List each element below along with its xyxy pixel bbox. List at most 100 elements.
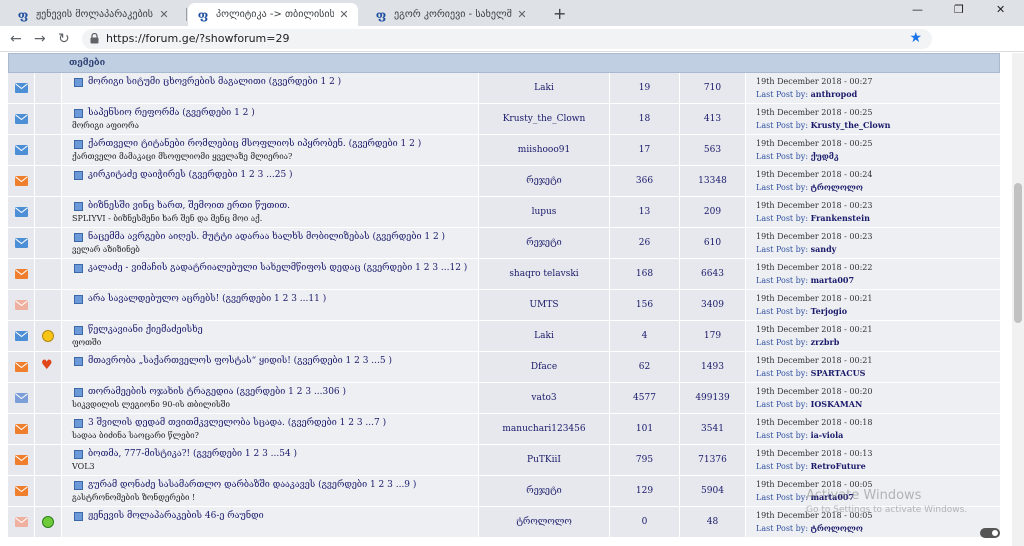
topic-author-link[interactable]: PuTKiiI [479, 445, 609, 475]
forward-arrow-icon[interactable]: → [34, 31, 46, 47]
last-post-user-link[interactable]: RetroFuture [811, 461, 866, 471]
topic-page-icon[interactable] [74, 171, 83, 180]
topic-title-link[interactable]: გურამ დონაძე სასამართლო დარბაზში დააკავე… [88, 480, 416, 490]
topic-page-icon[interactable] [74, 326, 83, 335]
forum-favicon-icon: ფ [17, 7, 29, 22]
last-post-user-link[interactable]: Frankenstein [811, 213, 870, 223]
last-post-user-link[interactable]: ia-viola [811, 430, 844, 440]
topic-title-link[interactable]: არა სავალდებულო აცრებს! (გვერდები 1 2 3 … [88, 294, 326, 304]
topic-title-link[interactable]: საპენსიო რეფორმა (გვერდები 1 2 ) [88, 108, 255, 118]
last-post-user-link[interactable]: Terjogio [811, 306, 848, 316]
topic-title-link[interactable]: მთავრობა „საქართველოს ფოსტას“ ყიდის! (გვ… [88, 356, 392, 366]
topic-page-icon[interactable] [74, 450, 83, 459]
topic-author-link[interactable]: shaqro telavski [479, 259, 609, 289]
topic-page-icon[interactable] [74, 481, 83, 490]
last-post-cell: 19th December 2018 - 00:23 Last Post by: … [746, 197, 1000, 227]
topic-author-link[interactable]: Laki [479, 73, 609, 103]
topic-author-link[interactable]: lupus [479, 197, 609, 227]
topic-title-link[interactable]: კირკიტაძე დაიჭირეს (გვერდები 1 2 3 ...25… [88, 170, 293, 180]
browser-tab-2[interactable]: ფ პოლიტიკა -> თბილისის ფო ✕ [188, 3, 358, 26]
last-post-by: Last Post by: ტროლოლო [756, 523, 863, 533]
topic-title-link[interactable]: ბიზნესში ვინც ხართ, შემოით ერთი წუთით. [88, 201, 290, 211]
last-post-user-link[interactable]: ტროლოლო [811, 523, 863, 533]
topic-title-link[interactable]: ნაცემმა ავრგები აიღეს. მუტტი ადარაა ხალხ… [88, 232, 445, 242]
topic-author-link[interactable]: ტროლოლო [479, 507, 609, 537]
back-arrow-icon[interactable]: ← [10, 31, 22, 47]
topic-page-icon[interactable] [74, 78, 83, 87]
topic-subtitle: VOL3 [72, 462, 95, 471]
topic-author-link[interactable]: miishooo91 [479, 135, 609, 165]
last-post-user-link[interactable]: ქუდმკ [811, 151, 839, 161]
last-post-user-link[interactable]: Krusty_the_Clown [811, 120, 891, 130]
topic-title-link[interactable]: წელკავიანი ქიემაძეისხე [88, 325, 203, 335]
topic-subtitle: სადაა ბიძინა საოცარი წლები? [72, 431, 199, 440]
topic-author-link[interactable]: vato3 [479, 383, 609, 413]
topic-title-link[interactable]: ქართველი ტიტანები რომლებიც მსოფლიოს იპყრ… [88, 139, 421, 149]
last-post-user-link[interactable]: IOSKAMAN [811, 399, 863, 409]
last-post-user-link[interactable]: SPARTACUS [811, 368, 866, 378]
topic-status-cell [8, 321, 34, 351]
topic-author-link[interactable]: Laki [479, 321, 609, 351]
last-post-cell: 19th December 2018 - 00:21 Last Post by: … [746, 321, 1000, 351]
new-tab-plus-icon[interactable]: + [553, 4, 566, 23]
page-scrollbar[interactable] [1012, 53, 1024, 546]
window-close-icon[interactable]: ✕ [996, 3, 1005, 16]
topic-emoji-cell [35, 445, 61, 475]
topic-page-icon[interactable] [74, 264, 83, 273]
topic-author-link[interactable]: Dface [479, 352, 609, 382]
topic-page-icon[interactable] [74, 109, 83, 118]
toggle-switch[interactable] [980, 528, 1000, 538]
bookmark-star-icon[interactable]: ★ [909, 30, 922, 46]
minimize-icon[interactable]: — [912, 3, 923, 16]
last-post-user-link[interactable]: sandy [811, 244, 837, 254]
close-icon[interactable]: ✕ [516, 8, 528, 21]
topic-page-icon[interactable] [74, 357, 83, 366]
topic-page-icon[interactable] [74, 512, 83, 521]
topic-author-link[interactable]: რეჯეტი [479, 476, 609, 506]
table-row: ქართველი ტიტანები რომლებიც მსოფლიოს იპყრ… [8, 135, 1000, 166]
url-input[interactable]: https://forum.ge/?showforum=29 ★ [82, 29, 932, 49]
envelope-icon [15, 393, 28, 403]
last-post-user-link[interactable]: zrzbrb [811, 337, 840, 347]
topic-table-header: თემები [8, 53, 1000, 73]
topic-page-icon[interactable] [74, 140, 83, 149]
table-row: კირკიტაძე დაიჭირეს (გვერდები 1 2 3 ...25… [8, 166, 1000, 197]
topic-author-link[interactable]: რეჯეტი [479, 228, 609, 258]
browser-tab-3[interactable]: ფ ეგორ კორიევი - სახელმწიფ ✕ [366, 3, 536, 26]
topic-author-link[interactable]: Krusty_the_Clown [479, 104, 609, 134]
topic-page-icon[interactable] [74, 295, 83, 304]
topic-subtitle: ქართველი მამაკაცი მსოფლიომი ყველაზე მლიე… [72, 152, 293, 161]
table-row: კალაძე - ვიმაჩის გადატრიალებული სახელმწი… [8, 259, 1000, 290]
topic-page-icon[interactable] [74, 388, 83, 397]
last-post-user-link[interactable]: ტროლოლო [811, 182, 863, 192]
topic-title-link[interactable]: თორამეების ოჯახის ტრაგედია (გვერდები 1 2… [88, 387, 346, 397]
topic-title-link[interactable]: კალაძე - ვიმაჩის გადატრიალებული სახელმწი… [88, 263, 467, 273]
last-post-user-link[interactable]: marta007 [811, 275, 854, 285]
browser-tab-bar: ფ ჟენევის მოლაპარაკების 46-ე ✕ ფ პოლიტიკ… [0, 0, 1024, 26]
topic-page-icon[interactable] [74, 202, 83, 211]
topic-emoji-cell [35, 414, 61, 444]
last-post-user-link[interactable]: anthropod [811, 89, 858, 99]
reload-icon[interactable]: ↻ [58, 31, 70, 47]
replies-count: 156 [610, 290, 679, 320]
topic-author-link[interactable]: manuchari123456 [479, 414, 609, 444]
topic-page-icon[interactable] [74, 233, 83, 242]
last-post-date: 19th December 2018 - 00:22 [756, 263, 873, 272]
topic-subtitle: ველარ აზიზინებ [72, 245, 140, 254]
restore-icon[interactable]: ❐ [954, 3, 964, 16]
close-icon[interactable]: ✕ [338, 8, 350, 21]
scrollbar-thumb[interactable] [1014, 183, 1022, 323]
topic-page-icon[interactable] [74, 419, 83, 428]
topic-title-link[interactable]: ბოთმა, 777-მისტიკა?! (გვერდები 1 2 3 ...… [88, 449, 297, 459]
topic-title-link[interactable]: მორიგი სიტუმი ცხოვრების მაგალითი (გვერდე… [88, 77, 341, 87]
topic-title-link[interactable]: ჟენევის მოლაპარაკების 46-ე რაუნდი [88, 511, 264, 521]
last-post-by: Last Post by: RetroFuture [756, 461, 866, 471]
views-count: 209 [680, 197, 745, 227]
topic-subtitle: ფოთში [72, 338, 102, 347]
topic-author-link[interactable]: UMTS [479, 290, 609, 320]
browser-tab-1[interactable]: ფ ჟენევის მოლაპარაკების 46-ე ✕ [8, 3, 178, 26]
topic-title-link[interactable]: 3 შვილის დედამ თვითმკვლელობა სცადა. (გვე… [88, 418, 386, 428]
replies-count: 795 [610, 445, 679, 475]
topic-author-link[interactable]: რეჯეტი [479, 166, 609, 196]
close-icon[interactable]: ✕ [158, 8, 170, 21]
